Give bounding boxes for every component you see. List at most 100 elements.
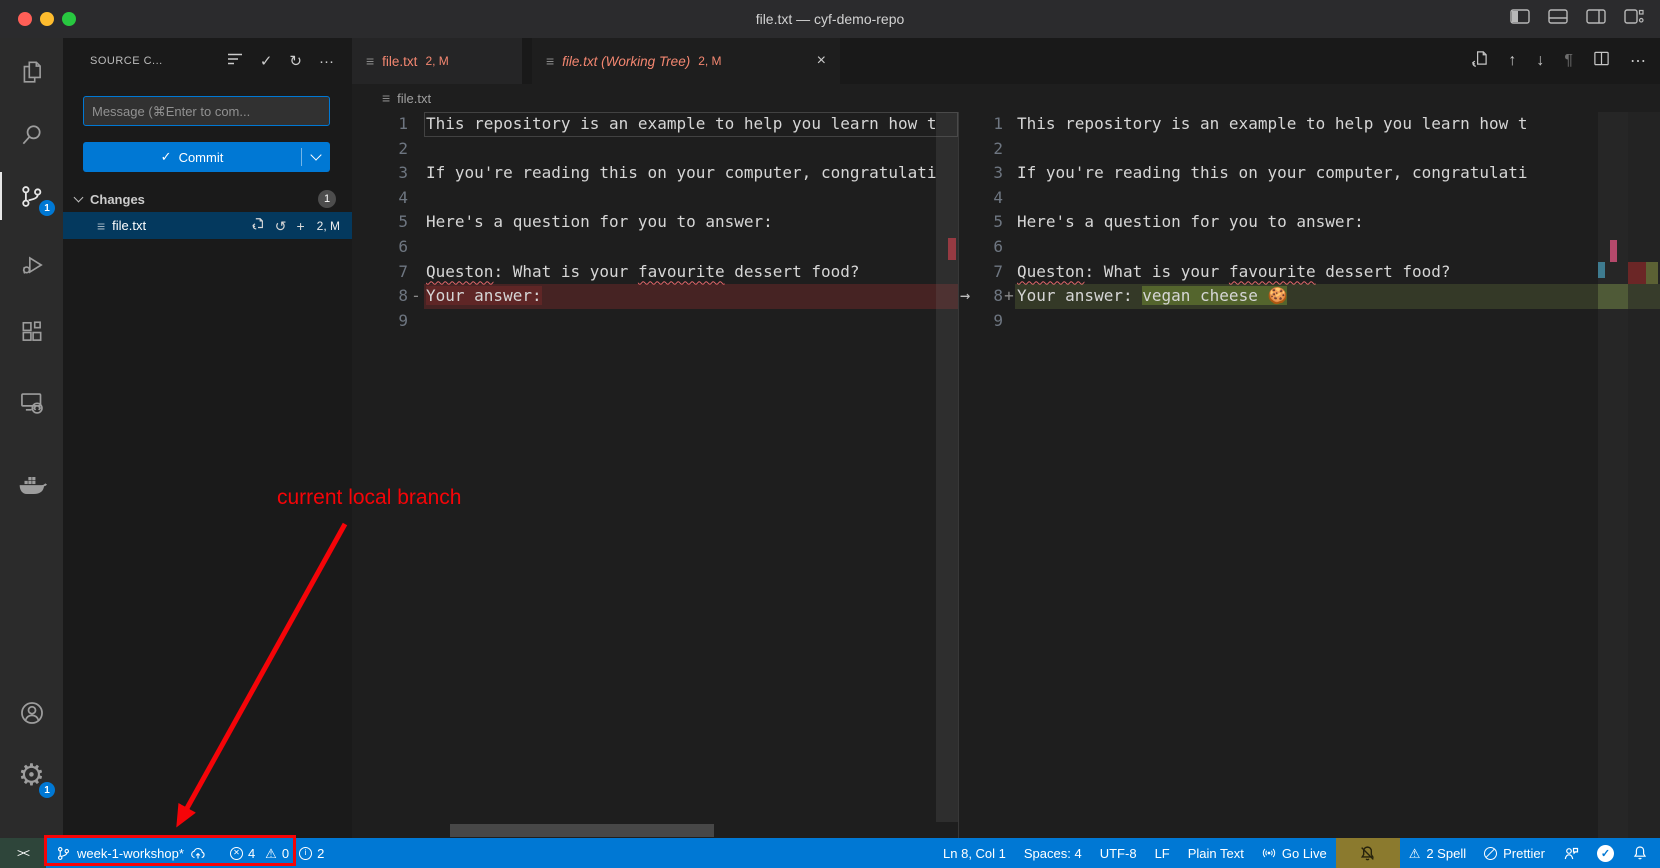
source-control-icon[interactable]: 1 — [0, 172, 63, 220]
customize-layout-icon[interactable] — [1624, 9, 1644, 24]
warning-icon: ⚠ — [1409, 847, 1421, 860]
remote-indicator[interactable]: >< — [0, 838, 46, 868]
code-line[interactable]: Here's a question for you to answer: — [1015, 210, 1660, 235]
settings-gear-icon[interactable]: ⚙ 1 — [0, 752, 63, 800]
indentation-indicator[interactable]: Spaces: 4 — [1015, 838, 1091, 868]
added-text: vegan cheese 🍪 — [1142, 286, 1287, 305]
search-icon[interactable] — [0, 111, 63, 159]
go-live-label: Go Live — [1282, 846, 1327, 861]
remote-explorer-icon[interactable] — [0, 378, 63, 426]
toggle-panel-icon[interactable] — [1548, 9, 1568, 24]
minimize-window-button[interactable] — [40, 12, 54, 26]
code-line[interactable] — [424, 186, 958, 211]
feedback-button[interactable] — [1554, 838, 1588, 868]
code-line[interactable]: If you're reading this on your computer,… — [1015, 161, 1660, 186]
go-live-button[interactable]: Go Live — [1253, 838, 1336, 868]
info-count: 2 — [317, 846, 324, 861]
prettier-status[interactable]: Prettier — [1475, 838, 1554, 868]
line-number: 6 — [959, 235, 1003, 260]
split-editor-icon[interactable] — [1593, 50, 1610, 72]
code-line[interactable]: This repository is an example to help yo… — [424, 112, 958, 137]
more-actions-icon[interactable]: ··· — [319, 54, 334, 69]
notifications-muted-button[interactable] — [1336, 838, 1400, 868]
tab-file-txt-working-tree[interactable]: ≡ file.txt (Working Tree) 2, M × — [532, 38, 840, 84]
view-and-sort-icon[interactable] — [227, 51, 243, 72]
code-line[interactable] — [424, 137, 958, 162]
code-line[interactable]: If you're reading this on your computer,… — [424, 161, 958, 186]
status-check-button[interactable]: ✓ — [1588, 838, 1623, 868]
diff-original-pane[interactable]: 1This repository is an example to help y… — [352, 112, 958, 838]
changed-file-row[interactable]: ≡ file.txt ↺ + 2, M — [63, 212, 352, 239]
zoom-window-button[interactable] — [62, 12, 76, 26]
code-line[interactable]: Here's a question for you to answer: — [424, 210, 958, 235]
line-number: 1 — [959, 112, 1003, 137]
file-icon: ≡ — [97, 218, 105, 234]
source-control-title: SOURCE C... — [90, 55, 163, 67]
commit-check-icon[interactable]: ✓ — [260, 54, 273, 69]
more-actions-icon[interactable]: ⋯ — [1630, 51, 1646, 71]
close-tab-icon[interactable]: × — [817, 53, 826, 69]
tab-file-txt[interactable]: ≡ file.txt 2, M — [352, 38, 522, 84]
stage-changes-icon[interactable]: + — [296, 219, 304, 233]
broadcast-icon — [1262, 846, 1276, 860]
discard-changes-icon[interactable]: ↺ — [275, 219, 287, 233]
tab-bar: ≡ file.txt 2, M ≡ file.txt (Working Tree… — [352, 38, 1660, 84]
open-file-icon[interactable] — [251, 217, 265, 234]
extensions-icon[interactable] — [0, 308, 63, 356]
code-line[interactable] — [1015, 235, 1660, 260]
line-number: 5 — [959, 210, 1003, 235]
code-line[interactable]: Queston: What is your favourite dessert … — [1015, 260, 1660, 285]
added-line[interactable]: 8+Your answer: vegan cheese 🍪 — [959, 284, 1660, 309]
line-number: 9 — [352, 309, 408, 334]
commit-button[interactable]: ✓ Commit — [83, 142, 330, 172]
diff-modified-pane[interactable]: 1 This repository is an example to help y… — [958, 112, 1660, 838]
previous-change-icon[interactable]: ↑ — [1508, 52, 1516, 70]
changes-count-badge: 1 — [318, 190, 336, 208]
toggle-secondary-sidebar-icon[interactable] — [1586, 9, 1606, 24]
refresh-icon[interactable]: ↻ — [289, 54, 302, 69]
line-number: 7 — [959, 260, 1003, 285]
code-line[interactable]: This repository is an example to help yo… — [1015, 112, 1660, 137]
traffic-lights — [18, 12, 76, 26]
open-changes-icon[interactable] — [1471, 50, 1488, 72]
accounts-icon[interactable] — [0, 689, 63, 737]
code-line[interactable] — [1015, 309, 1660, 334]
title-bar: file.txt — cyf-demo-repo — [0, 0, 1660, 38]
explorer-icon[interactable] — [0, 48, 63, 96]
docker-icon[interactable] — [0, 462, 63, 510]
commit-dropdown-button[interactable] — [302, 155, 330, 159]
horizontal-scrollbar[interactable] — [450, 824, 714, 837]
eol-indicator[interactable]: LF — [1146, 838, 1179, 868]
code-line[interactable] — [1015, 137, 1660, 162]
ruler-cursor-mark — [1598, 262, 1605, 278]
scm-count-badge: 1 — [39, 200, 55, 216]
changes-section-header[interactable]: Changes 1 — [63, 186, 352, 212]
commit-message-input[interactable] — [83, 96, 330, 126]
changes-label: Changes — [90, 192, 145, 207]
code-line[interactable] — [424, 235, 958, 260]
minimap[interactable] — [1628, 112, 1660, 838]
overview-ruler[interactable] — [936, 112, 958, 822]
toggle-whitespace-icon[interactable]: ¶ — [1564, 52, 1573, 70]
code-line[interactable]: Queston: What is your favourite dessert … — [424, 260, 958, 285]
close-window-button[interactable] — [18, 12, 32, 26]
line-number: 6 — [352, 235, 408, 260]
spell-checker-status[interactable]: ⚠ 2 Spell — [1400, 838, 1475, 868]
language-mode[interactable]: Plain Text — [1179, 838, 1253, 868]
file-icon: ≡ — [366, 53, 374, 69]
next-change-icon[interactable]: ↓ — [1536, 52, 1544, 70]
line-number: 4 — [352, 186, 408, 211]
notifications-bell-button[interactable] — [1623, 838, 1660, 868]
annotation-highlight-box — [44, 835, 296, 866]
overview-ruler[interactable] — [1598, 112, 1628, 838]
info-icon: i — [299, 847, 312, 860]
code-line[interactable] — [424, 309, 958, 334]
removed-line[interactable]: 8-Your answer: — [352, 284, 958, 309]
breadcrumb[interactable]: ≡ file.txt — [352, 84, 1660, 112]
toggle-primary-sidebar-icon[interactable] — [1510, 9, 1530, 24]
encoding-indicator[interactable]: UTF-8 — [1091, 838, 1146, 868]
run-and-debug-icon[interactable] — [0, 241, 63, 289]
source-control-header: SOURCE C... ✓ ↻ ··· — [63, 38, 352, 84]
code-line[interactable] — [1015, 186, 1660, 211]
cursor-position[interactable]: Ln 8, Col 1 — [934, 838, 1015, 868]
